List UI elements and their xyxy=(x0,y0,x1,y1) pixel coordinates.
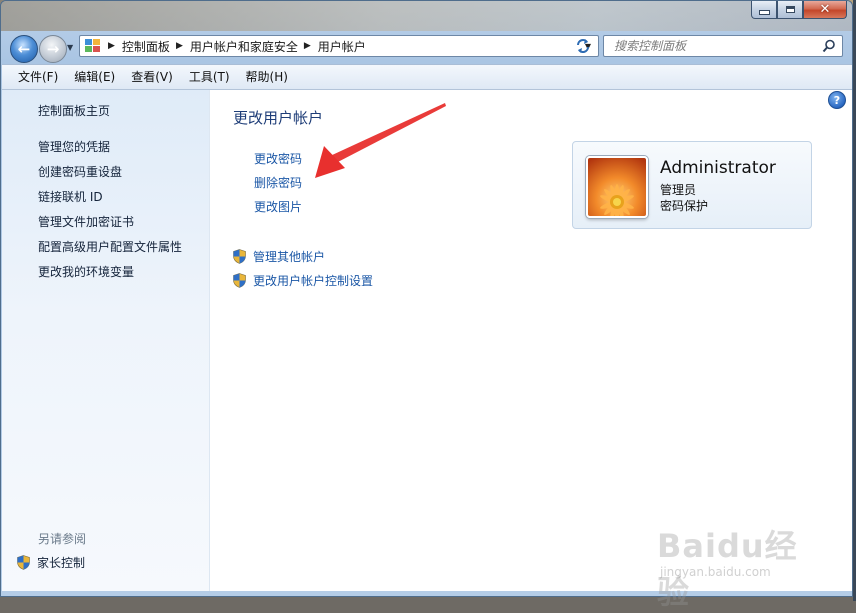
control-panel-icon xyxy=(84,38,102,54)
user-avatar[interactable] xyxy=(586,156,648,218)
breadcrumb-user-accounts[interactable]: 用户帐户 xyxy=(318,38,366,55)
minimize-button[interactable] xyxy=(751,1,777,19)
password-status: 密码保护 xyxy=(660,199,709,213)
search-box[interactable] xyxy=(603,35,843,57)
sidebar-item-environment-variables[interactable]: 更改我的环境变量 xyxy=(38,263,134,280)
sidebar-item-control-panel-home[interactable]: 控制面板主页 xyxy=(38,102,110,119)
user-account-card: Administrator 管理员 密码保护 xyxy=(572,141,812,229)
sidebar-item-parental-controls[interactable]: 家长控制 xyxy=(17,554,85,571)
help-icon[interactable]: ? xyxy=(828,91,846,109)
close-icon: ✕ xyxy=(819,2,831,17)
forward-arrow-icon: → xyxy=(46,40,60,58)
address-bar[interactable]: ▶ 控制面板 ▶ 用户帐户和家庭安全 ▶ 用户帐户 ▼ xyxy=(79,35,599,57)
menu-help[interactable]: 帮助(H) xyxy=(238,66,296,88)
sidebar-item-advanced-profile-properties[interactable]: 配置高级用户配置文件属性 xyxy=(38,238,182,255)
manage-other-accounts-link[interactable]: 管理其他帐户 xyxy=(233,248,325,265)
red-annotation-arrow xyxy=(315,103,446,178)
uac-shield-icon xyxy=(233,249,246,264)
manage-other-accounts-label: 管理其他帐户 xyxy=(253,250,326,264)
menu-view[interactable]: 查看(V) xyxy=(123,66,181,88)
uac-settings-label: 更改用户帐户控制设置 xyxy=(253,274,374,288)
maximize-button[interactable] xyxy=(777,1,803,19)
flower-avatar-icon xyxy=(588,158,646,216)
baidu-watermark: Baidu经验 jingyan.baidu.com xyxy=(657,515,812,611)
breadcrumb-user-accounts-family[interactable]: 用户帐户和家庭安全 xyxy=(190,38,298,55)
breadcrumb-separator-icon[interactable]: ▶ xyxy=(176,41,183,51)
breadcrumb-separator-icon[interactable]: ▶ xyxy=(108,41,115,51)
menu-tools[interactable]: 工具(T) xyxy=(181,66,238,88)
menu-file[interactable]: 文件(F) xyxy=(2,66,66,88)
change-picture-link[interactable]: 更改图片 xyxy=(254,198,302,215)
see-also-heading: 另请参阅 xyxy=(38,532,87,546)
uac-settings-link[interactable]: 更改用户帐户控制设置 xyxy=(233,272,373,289)
watermark-url: jingyan.baidu.com xyxy=(660,565,771,579)
back-arrow-icon: ← xyxy=(17,40,31,58)
sidebar-item-manage-credentials[interactable]: 管理您的凭据 xyxy=(38,138,110,155)
close-button[interactable]: ✕ xyxy=(803,1,847,19)
back-button[interactable]: ← xyxy=(10,35,38,63)
refresh-icon xyxy=(577,39,589,53)
sidebar-item-link-online-id[interactable]: 链接联机 ID xyxy=(38,188,103,205)
control-panel-window: ✕ ← → ▼ ▶ 控制面板 ▶ 用户帐户和家庭安全 ▶ 用户帐户 ▼ 搜索控制… xyxy=(0,0,853,597)
shield-icon xyxy=(17,555,30,570)
breadcrumb-separator-icon[interactable]: ▶ xyxy=(304,41,311,51)
forward-button[interactable]: → xyxy=(39,35,67,63)
user-role: 管理员 xyxy=(660,183,697,197)
caption-buttons: ✕ xyxy=(751,1,847,21)
sidebar-item-password-reset-disk[interactable]: 创建密码重设盘 xyxy=(38,163,122,180)
search-icon[interactable] xyxy=(822,39,836,53)
user-name: Administrator xyxy=(660,158,776,178)
recent-pages-dropdown[interactable]: ▼ xyxy=(67,43,73,52)
breadcrumb-control-panel[interactable]: 控制面板 xyxy=(122,38,170,55)
parental-controls-label: 家长控制 xyxy=(37,556,86,570)
refresh-button[interactable] xyxy=(571,35,595,57)
minimize-icon xyxy=(758,10,770,15)
navigation-bar: ← → ▼ ▶ 控制面板 ▶ 用户帐户和家庭安全 ▶ 用户帐户 ▼ xyxy=(1,31,852,63)
maximize-icon xyxy=(785,6,795,13)
menu-edit[interactable]: 编辑(E) xyxy=(66,66,123,88)
uac-shield-icon xyxy=(233,273,246,288)
tasks-sidebar: 控制面板主页 管理您的凭据 创建密码重设盘 链接联机 ID 管理文件加密证书 配… xyxy=(2,89,210,591)
search-input[interactable] xyxy=(612,38,826,54)
sidebar-item-file-encryption-certificates[interactable]: 管理文件加密证书 xyxy=(38,213,134,230)
menu-bar: 文件(F) 编辑(E) 查看(V) 工具(T) 帮助(H) xyxy=(2,64,852,90)
